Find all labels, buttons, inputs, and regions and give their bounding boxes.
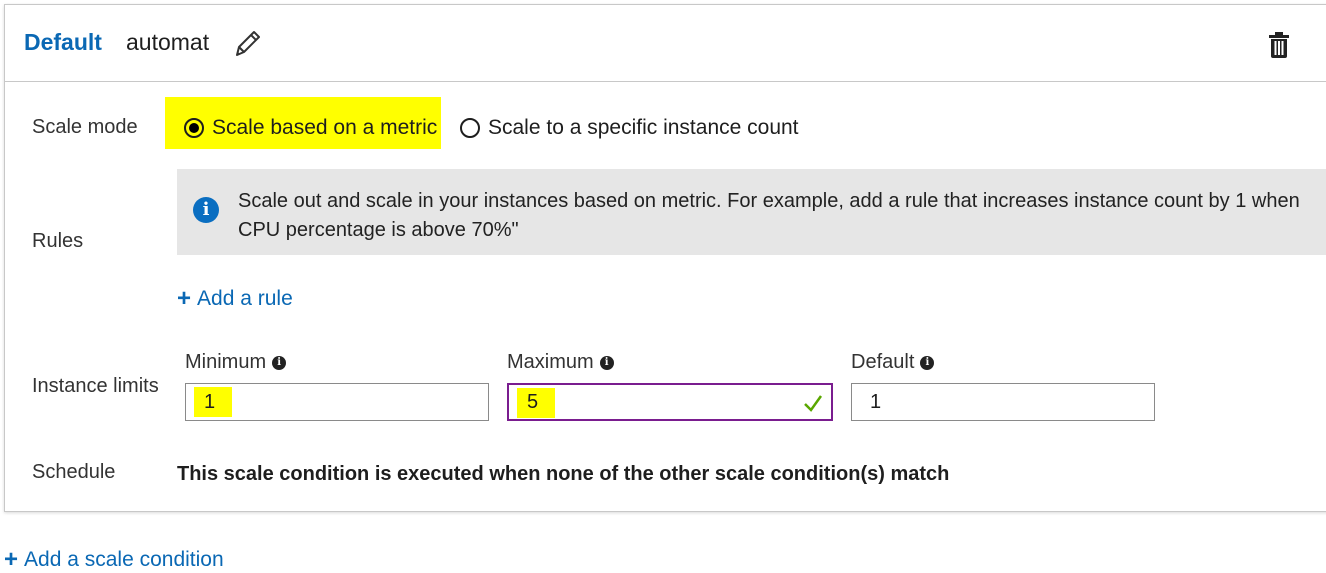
schedule-label: Schedule bbox=[32, 461, 116, 483]
plus-icon: + bbox=[177, 285, 192, 312]
radio-scale-instance-count-label: Scale to a specific instance count bbox=[488, 116, 799, 139]
instance-limits-label: Instance limits bbox=[32, 375, 159, 397]
info-icon[interactable]: i bbox=[272, 355, 287, 370]
maximum-value: 5 bbox=[527, 390, 539, 413]
radio-scale-instance-count[interactable]: Scale to a specific instance count bbox=[460, 116, 799, 140]
radio-scale-metric[interactable]: Scale based on a metric bbox=[184, 116, 437, 140]
add-rule-label: Add a rule bbox=[197, 287, 293, 310]
default-value: 1 bbox=[870, 390, 882, 413]
profile-name: automat bbox=[126, 29, 210, 55]
rules-info-line1: Scale out and scale in your instances ba… bbox=[238, 190, 1300, 212]
profile-type-label: Default bbox=[24, 29, 102, 55]
plus-icon: + bbox=[4, 546, 19, 573]
maximum-label-text: Maximum bbox=[507, 351, 594, 373]
add-scale-condition-label: Add a scale condition bbox=[24, 548, 224, 571]
rules-info-text: Scale out and scale in your instances ba… bbox=[238, 187, 1326, 245]
scale-mode-label: Scale mode bbox=[32, 116, 138, 138]
minimum-label: Minimum i bbox=[185, 351, 287, 374]
radio-unselected-icon bbox=[460, 118, 480, 138]
maximum-input[interactable]: 5 bbox=[507, 383, 833, 421]
schedule-text: This scale condition is executed when no… bbox=[177, 463, 950, 485]
add-rule-link[interactable]: + Add a rule bbox=[177, 287, 293, 311]
info-icon[interactable]: i bbox=[599, 355, 614, 370]
radio-selected-icon bbox=[184, 118, 204, 138]
default-input[interactable]: 1 bbox=[851, 383, 1155, 421]
info-icon: i bbox=[193, 197, 219, 223]
rules-info-line2: CPU percentage is above 70%" bbox=[238, 219, 519, 241]
condition-header: Default automat bbox=[5, 5, 1326, 82]
default-label: Default i bbox=[851, 351, 935, 374]
checkmark-icon bbox=[804, 395, 823, 412]
add-scale-condition-link[interactable]: + Add a scale condition bbox=[4, 548, 224, 572]
minimum-value: 1 bbox=[204, 390, 216, 413]
default-label-text: Default bbox=[851, 351, 915, 373]
rules-info-banner: i Scale out and scale in your instances … bbox=[177, 169, 1326, 255]
scale-condition-panel: Default automat Scale mode Scale based o… bbox=[4, 4, 1326, 512]
minimum-input[interactable]: 1 bbox=[185, 383, 489, 421]
maximum-label: Maximum i bbox=[507, 351, 614, 374]
rules-label: Rules bbox=[32, 230, 84, 252]
pencil-icon[interactable] bbox=[231, 27, 261, 61]
trash-icon[interactable] bbox=[1267, 31, 1291, 59]
radio-scale-metric-label: Scale based on a metric bbox=[212, 116, 438, 139]
info-icon[interactable]: i bbox=[920, 355, 935, 370]
minimum-label-text: Minimum bbox=[185, 351, 267, 373]
